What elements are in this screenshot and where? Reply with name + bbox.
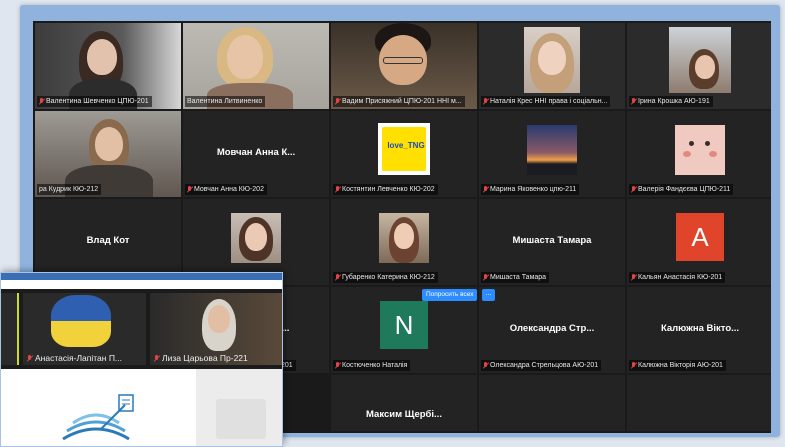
mic-muted-icon — [335, 362, 340, 369]
participant-nametag: ра Кудрик КЮ-212 — [37, 184, 102, 195]
presentation-slide — [1, 369, 196, 446]
participant-tile[interactable]: Валентина Шевченко ЦПЮ-201 — [35, 23, 181, 109]
participant-display-name: Калюжна Вікто... — [660, 323, 740, 334]
participant-tile[interactable]: Губаренко Катерина КЮ-212 — [331, 199, 477, 285]
profile-picture-text: love_TNG — [387, 141, 425, 150]
participant-tile-active-speaker[interactable]: Валентина Литвиненко — [183, 23, 329, 109]
participant-display-name: Максим Щербі... — [366, 409, 442, 420]
mic-muted-icon — [483, 274, 488, 281]
glasses-icon — [383, 57, 423, 64]
participant-nametag: Мовчан Анна КЮ-202 — [185, 184, 267, 195]
avatar: N — [380, 301, 428, 349]
avatar: A — [676, 213, 724, 261]
mic-muted-icon — [631, 274, 636, 281]
participant-tile[interactable]: Олександра Стр... Олександра Стрельцова … — [479, 287, 625, 373]
participant-nametag: Костянтин Левченко КЮ-202 — [333, 184, 438, 195]
participant-tile[interactable]: Анастасія-Лапітан П... — [23, 293, 146, 365]
profile-picture — [675, 125, 725, 175]
participant-tile[interactable] — [1, 293, 19, 365]
participant-tile[interactable]: Максим Щербі... — [331, 375, 477, 431]
participant-nametag: Кальян Анастасія КЮ-201 — [629, 272, 726, 283]
participant-tile[interactable]: Мовчан Анна К... Мовчан Анна КЮ-202 — [183, 111, 329, 197]
screenshot-stage: Валентина Шевченко ЦПЮ-201 Валентина Лит… — [0, 0, 785, 447]
participant-tile[interactable]: A Кальян Анастасія КЮ-201 — [627, 199, 771, 285]
participant-tile[interactable]: Валерія Фандєєва ЦПЮ-211 — [627, 111, 771, 197]
profile-picture — [379, 213, 429, 263]
participant-nametag: Ірина Крошка АЮ-191 — [629, 96, 713, 107]
book-logo-icon — [62, 394, 134, 441]
ask-all-unmute-button[interactable]: Попросить всех — [422, 289, 478, 301]
participant-tile[interactable]: Мишаста Тамара Мишаста Тамара — [479, 199, 625, 285]
side-panel — [196, 369, 282, 446]
participant-nametag: Олександра Стрельцова АЮ-201 — [481, 360, 602, 371]
more-options-button[interactable]: ... — [482, 289, 495, 301]
participant-nametag: Вадим Присяжний ЦПЮ-201 ННІ м... — [333, 96, 465, 107]
mic-muted-icon — [154, 354, 159, 362]
mic-muted-icon — [39, 98, 44, 105]
participant-tile[interactable]: love_TNG Костянтин Левченко КЮ-202 — [331, 111, 477, 197]
participant-nametag: Валерія Фандєєва ЦПЮ-211 — [629, 184, 734, 195]
empty-tile — [479, 375, 625, 431]
participant-nametag: Наталія Крес ННІ права і соціальн... — [481, 96, 611, 107]
mic-muted-icon — [483, 362, 488, 369]
participant-tile[interactable]: Лиза Царьова Пр-221 — [150, 293, 282, 365]
participant-nametag: Лиза Царьова Пр-221 — [154, 353, 248, 363]
participant-tile[interactable]: Вадим Присяжний ЦПЮ-201 ННІ м... — [331, 23, 477, 109]
window-title-bar — [1, 273, 282, 280]
mic-muted-icon — [483, 98, 488, 105]
participant-display-name: Олександра Стр... — [509, 323, 595, 334]
participant-display-name: Мишаста Тамара — [512, 235, 592, 246]
mic-muted-icon — [27, 354, 32, 362]
mic-muted-icon — [335, 186, 340, 193]
participant-display-name: Мовчан Анна К... — [216, 147, 296, 158]
secondary-window: Анастасія-Лапітан П... Лиза Царьова Пр-2… — [0, 272, 283, 447]
participant-tile[interactable]: Калюжна Вікто... Калюжна Вікторія АЮ-201 — [627, 287, 771, 373]
profile-picture — [51, 295, 111, 347]
mic-muted-icon — [335, 98, 340, 105]
mic-muted-icon — [187, 186, 192, 193]
mic-muted-icon — [335, 274, 340, 281]
participant-tile[interactable]: Ірина Крошка АЮ-191 — [627, 23, 771, 109]
shared-content — [1, 369, 282, 446]
participant-nametag: Калюжна Вікторія АЮ-201 — [629, 360, 726, 371]
participant-display-name: Влад Кот — [86, 235, 130, 246]
participant-nametag: Анастасія-Лапітан П... — [27, 353, 122, 363]
mic-muted-icon — [631, 362, 636, 369]
participant-nametag: Костюченко Наталія — [333, 360, 411, 371]
speaker-strip: Анастасія-Лапітан П... Лиза Царьова Пр-2… — [1, 289, 282, 369]
participant-nametag: Валентина Литвиненко — [185, 96, 266, 107]
mic-muted-icon — [483, 186, 488, 193]
participant-nametag: Марина Яковенко цпю-211 — [481, 184, 580, 195]
participant-nametag: Валентина Шевченко ЦПЮ-201 — [37, 96, 152, 107]
mic-muted-icon — [631, 98, 636, 105]
participant-nametag: Губаренко Катерина КЮ-212 — [333, 272, 438, 283]
participant-nametag: Мишаста Тамара — [481, 272, 550, 283]
participant-tile[interactable]: ра Кудрик КЮ-212 — [35, 111, 181, 197]
profile-picture — [527, 125, 577, 175]
participant-tile[interactable]: Наталія Крес ННІ права і соціальн... — [479, 23, 625, 109]
empty-tile — [627, 375, 771, 431]
participant-tile[interactable]: Марина Яковенко цпю-211 — [479, 111, 625, 197]
profile-picture — [231, 213, 281, 263]
mic-muted-icon — [631, 186, 636, 193]
